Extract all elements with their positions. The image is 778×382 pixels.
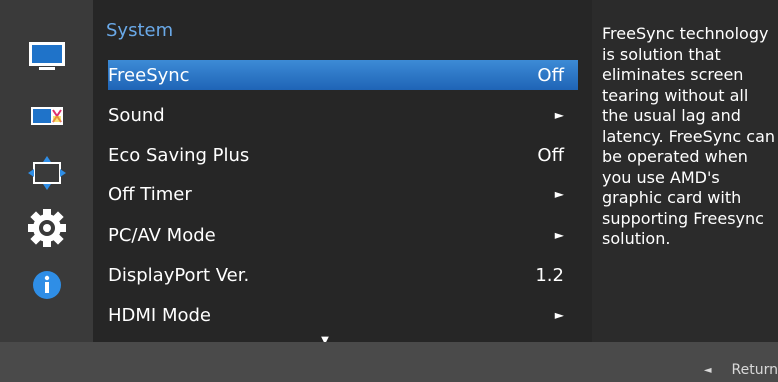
menu-item-label: Sound — [108, 104, 165, 126]
menu-panel: System FreeSync Off Sound ► Eco Saving P… — [93, 0, 592, 346]
menu-item-label: Eco Saving Plus — [108, 144, 250, 166]
return-button[interactable]: ◄ Return — [704, 362, 778, 378]
submenu-arrow-icon: ► — [554, 228, 564, 242]
menu-item-label: PC/AV Mode — [108, 224, 216, 246]
position-icon[interactable] — [26, 155, 68, 191]
menu-item-pc-av-mode[interactable]: PC/AV Mode ► — [108, 220, 578, 250]
menu-item-value: Off — [537, 144, 564, 166]
menu-item-label: FreeSync — [108, 64, 190, 86]
color-icon[interactable] — [26, 97, 68, 133]
menu-item-value: 1.2 — [535, 264, 564, 286]
menu-item-freesync[interactable]: FreeSync Off — [108, 60, 578, 90]
sidebar — [0, 0, 93, 342]
picture-icon[interactable] — [26, 38, 68, 74]
menu-item-displayport-ver[interactable]: DisplayPort Ver. 1.2 — [108, 260, 578, 290]
menu-item-off-timer[interactable]: Off Timer ► — [108, 179, 578, 209]
description-panel: FreeSync technology is solution that eli… — [592, 0, 778, 342]
menu-item-label: Off Timer — [108, 183, 192, 205]
menu-item-value: Off — [537, 64, 564, 86]
menu-title: System — [106, 20, 174, 41]
menu-item-eco-saving-plus[interactable]: Eco Saving Plus Off — [108, 140, 578, 170]
footer: ◄ Return — [0, 342, 778, 382]
submenu-arrow-icon: ► — [554, 187, 564, 201]
description-text: FreeSync technology is solution that eli… — [602, 24, 776, 248]
menu-item-sound[interactable]: Sound ► — [108, 100, 578, 130]
menu-item-label: HDMI Mode — [108, 304, 211, 326]
menu-item-label: DisplayPort Ver. — [108, 264, 250, 286]
submenu-arrow-icon: ► — [554, 108, 564, 122]
submenu-arrow-icon: ► — [554, 308, 564, 322]
information-icon[interactable] — [26, 267, 68, 303]
return-arrow-icon: ◄ — [703, 364, 712, 376]
system-gear-icon[interactable] — [26, 209, 68, 247]
return-label: Return — [731, 362, 778, 378]
menu-item-hdmi-mode[interactable]: HDMI Mode ► — [108, 300, 578, 330]
